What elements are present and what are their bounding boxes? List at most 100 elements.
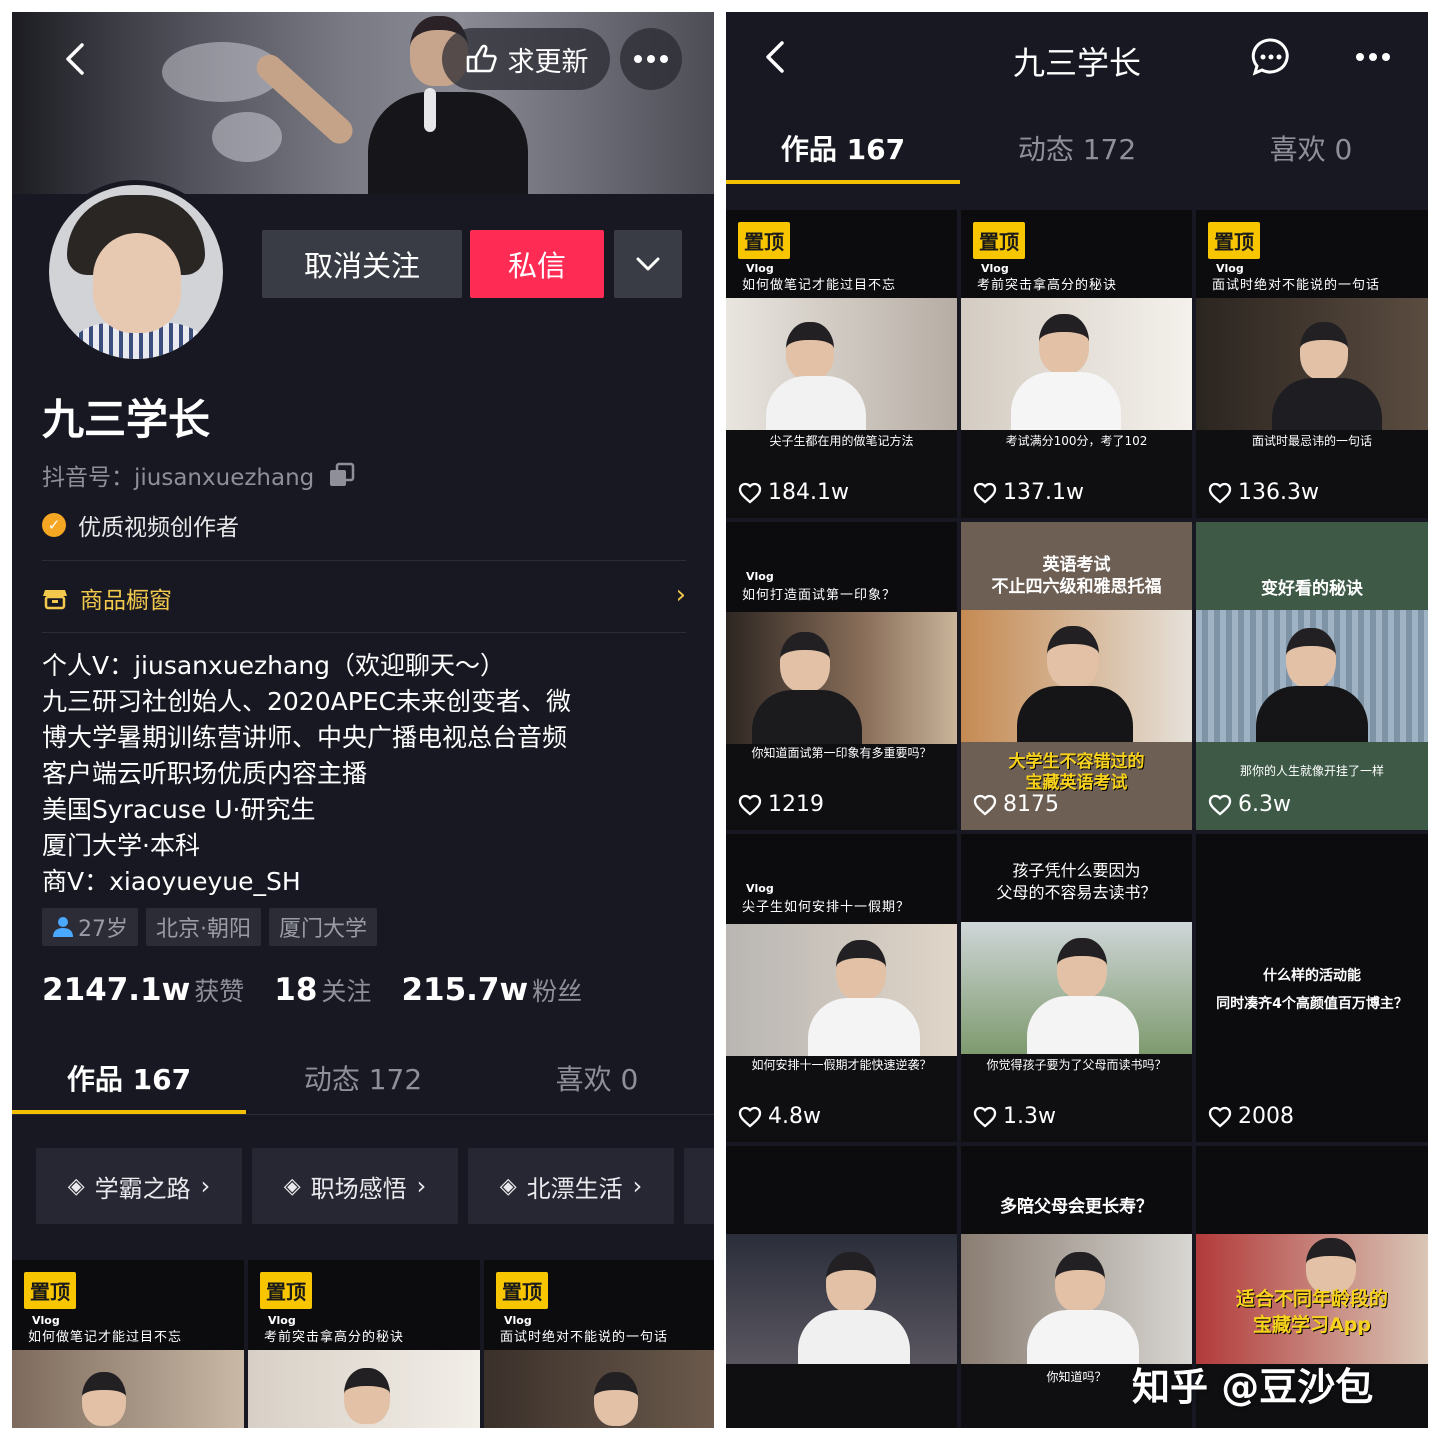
like-count-label: 6.3w <box>1238 792 1291 817</box>
followers-stat[interactable]: 215.7w 粉丝 <box>401 972 582 1008</box>
pinned-badge: 置顶 <box>1208 222 1260 259</box>
video-headline: 英语考试 不止四六级和雅思托福 <box>961 554 1192 598</box>
following-stat[interactable]: 18 关注 <box>274 972 371 1008</box>
like-count: 184.1w <box>738 480 849 505</box>
expand-recommend-button[interactable] <box>614 230 682 298</box>
following-label: 关注 <box>321 977 372 1006</box>
like-count-label: 1.3w <box>1003 1104 1056 1129</box>
video-caption: 你觉得孩子要为了父母而读书吗？ <box>986 1058 1167 1072</box>
video-overlay-text: 适合不同年龄段的 宝藏学习App <box>1196 1286 1428 1338</box>
video-overlay-text: 大学生不容错过的 宝藏英语考试 <box>961 752 1192 794</box>
heart-icon <box>1208 482 1232 504</box>
collection-label: 职场感悟 <box>310 1174 407 1203</box>
more-options-button[interactable] <box>620 28 682 90</box>
chat-button[interactable] <box>1240 26 1302 88</box>
video-thumbnail[interactable]: 什么样的活动能 同时凑齐4个高颜值百万博主？ 2008 <box>1196 834 1428 1142</box>
video-thumbnail[interactable] <box>726 1146 957 1428</box>
collection-chip[interactable]: ◈ 学霸之路 › <box>36 1148 242 1224</box>
more-options-button[interactable] <box>1342 26 1404 88</box>
video-thumbnail[interactable]: 孩子凭什么要因为 父母的不容易去读书？ 你觉得孩子要为了父母而读书吗？ 1.3w <box>961 834 1192 1142</box>
back-button[interactable] <box>44 28 106 90</box>
douyin-id-row: 抖音号：jiusanxuezhang <box>42 458 356 492</box>
like-count-label: 1219 <box>768 792 824 817</box>
video-title: 如何做笔记才能过目不忘 <box>742 278 897 293</box>
chevron-down-icon <box>636 257 660 271</box>
video-caption: 你知道面试第一印象有多重要吗？ <box>751 746 932 760</box>
heart-icon <box>738 794 762 816</box>
unfollow-button[interactable]: 取消关注 <box>262 230 462 298</box>
like-count: 1219 <box>738 792 824 817</box>
video-title: 面试时绝对不能说的一句话 <box>500 1330 669 1345</box>
headline-line: 什么样的活动能 <box>1263 968 1361 984</box>
following-count: 18 <box>274 972 318 1008</box>
video-thumbnail[interactable]: 置顶 Vlog 考前突击拿高分的秘诀 <box>248 1260 480 1428</box>
video-thumbnail[interactable]: Vlog 尖子生如何安排十一假期？ 如何安排十一假期才能快速逆袭？ 4.8w <box>726 834 957 1142</box>
tab-likes[interactable]: 喜欢 0 <box>1194 112 1428 184</box>
like-count-label: 136.3w <box>1238 480 1319 505</box>
video-title: 面试时绝对不能说的一句话 <box>1212 278 1381 293</box>
vlog-label: Vlog <box>746 882 774 895</box>
collection-chip-partial[interactable] <box>684 1148 714 1224</box>
like-count: 8175 <box>973 792 1059 817</box>
like-count-label: 8175 <box>1003 792 1059 817</box>
video-thumbnail[interactable]: 置顶 Vlog 面试时绝对不能说的一句话 <box>484 1260 714 1428</box>
heart-icon <box>973 482 997 504</box>
like-count-label: 137.1w <box>1003 480 1084 505</box>
douyin-id: 抖音号：jiusanxuezhang <box>42 465 315 491</box>
creator-badge-label: 优质视频创作者 <box>78 515 239 541</box>
avatar[interactable] <box>44 180 228 364</box>
video-grid: 置顶 Vlog 如何做笔记才能过目不忘 置顶 Vlog 考前突击拿高分的秘诀 置… <box>12 1260 714 1428</box>
like-count: 137.1w <box>973 480 1084 505</box>
divider <box>12 1114 714 1115</box>
video-thumbnail[interactable]: 变好看的秘诀 那你的人生就像开挂了一样 6.3w <box>1196 522 1428 830</box>
pinned-badge: 置顶 <box>496 1272 548 1309</box>
more-dots-icon <box>1356 53 1390 61</box>
tab-likes[interactable]: 喜欢 0 <box>480 1042 714 1114</box>
video-thumbnail[interactable]: 置顶 Vlog 考前突击拿高分的秘诀 考试满分100分，考了102 137.1w <box>961 210 1192 518</box>
back-arrow-icon <box>66 43 84 75</box>
bio-line: 个人V：jiusanxuezhang（欢迎聊天～） <box>42 651 506 680</box>
like-count-label: 2008 <box>1238 1104 1294 1129</box>
location-tag: 北京·朝阳 <box>146 908 261 946</box>
video-headline: 变好看的秘诀 <box>1196 578 1428 600</box>
tab-works[interactable]: 作品 167 <box>726 112 960 184</box>
request-update-button[interactable]: 求更新 <box>442 28 610 90</box>
collection-list: ◈ 学霸之路 › ◈ 职场感悟 › ◈ 北漂生活 › <box>36 1148 714 1224</box>
shop-window-row[interactable]: 商品橱窗 › <box>42 578 686 618</box>
video-title: 尖子生如何安排十一假期？ <box>742 900 911 915</box>
chevron-right-icon: › <box>675 580 686 610</box>
collection-chip[interactable]: ◈ 北漂生活 › <box>468 1148 674 1224</box>
like-count-label: 4.8w <box>768 1104 821 1129</box>
overlay-line: 大学生不容错过的 <box>1008 752 1145 772</box>
heart-icon <box>1208 794 1232 816</box>
collection-chip[interactable]: ◈ 职场感悟 › <box>252 1148 458 1224</box>
video-thumbnail[interactable]: 英语考试 不止四六级和雅思托福 大学生不容错过的 宝藏英语考试 8175 <box>961 522 1192 830</box>
video-caption: 考试满分100分，考了102 <box>1005 434 1148 448</box>
profile-bio: 个人V：jiusanxuezhang（欢迎聊天～） 九三研习社创始人、2020A… <box>42 648 692 900</box>
shop-icon <box>43 590 67 610</box>
heart-icon <box>973 1106 997 1128</box>
chevron-right-icon: › <box>632 1172 643 1200</box>
message-button[interactable]: 私信 <box>470 230 604 298</box>
profile-tabs: 作品 167 动态 172 喜欢 0 <box>12 1042 714 1114</box>
tab-activity[interactable]: 动态 172 <box>246 1042 480 1114</box>
avatar-photo <box>49 185 223 359</box>
bio-line: 客户端云听职场优质内容主播 <box>42 759 368 788</box>
video-caption: 尖子生都在用的做笔记方法 <box>769 434 914 448</box>
video-headline: 多陪父母会更长寿？ <box>961 1196 1192 1218</box>
profile-tags: 27岁 北京·朝阳 厦门大学 <box>42 908 378 946</box>
likes-stat[interactable]: 2147.1w 获赞 <box>42 972 244 1008</box>
video-thumbnail[interactable]: 置顶 Vlog 面试时绝对不能说的一句话 面试时最忌讳的一句话 136.3w <box>1196 210 1428 518</box>
tab-activity[interactable]: 动态 172 <box>960 112 1194 184</box>
like-count: 1.3w <box>973 1104 1056 1129</box>
shop-window-label: 商品橱窗 <box>80 588 172 614</box>
copy-icon[interactable] <box>328 462 356 488</box>
tab-works[interactable]: 作品 167 <box>12 1042 246 1114</box>
video-caption: 那你的人生就像开挂了一样 <box>1239 764 1384 778</box>
video-thumbnail[interactable]: Vlog 如何打造面试第一印象？ 你知道面试第一印象有多重要吗？ 1219 <box>726 522 957 830</box>
followers-label: 粉丝 <box>532 977 583 1006</box>
followers-count: 215.7w <box>401 972 529 1008</box>
video-thumbnail[interactable]: 置顶 Vlog 如何做笔记才能过目不忘 <box>12 1260 244 1428</box>
headline-line: 英语考试 <box>1042 555 1111 575</box>
video-thumbnail[interactable]: 置顶 Vlog 如何做笔记才能过目不忘 尖子生都在用的做笔记方法 184.1w <box>726 210 957 518</box>
